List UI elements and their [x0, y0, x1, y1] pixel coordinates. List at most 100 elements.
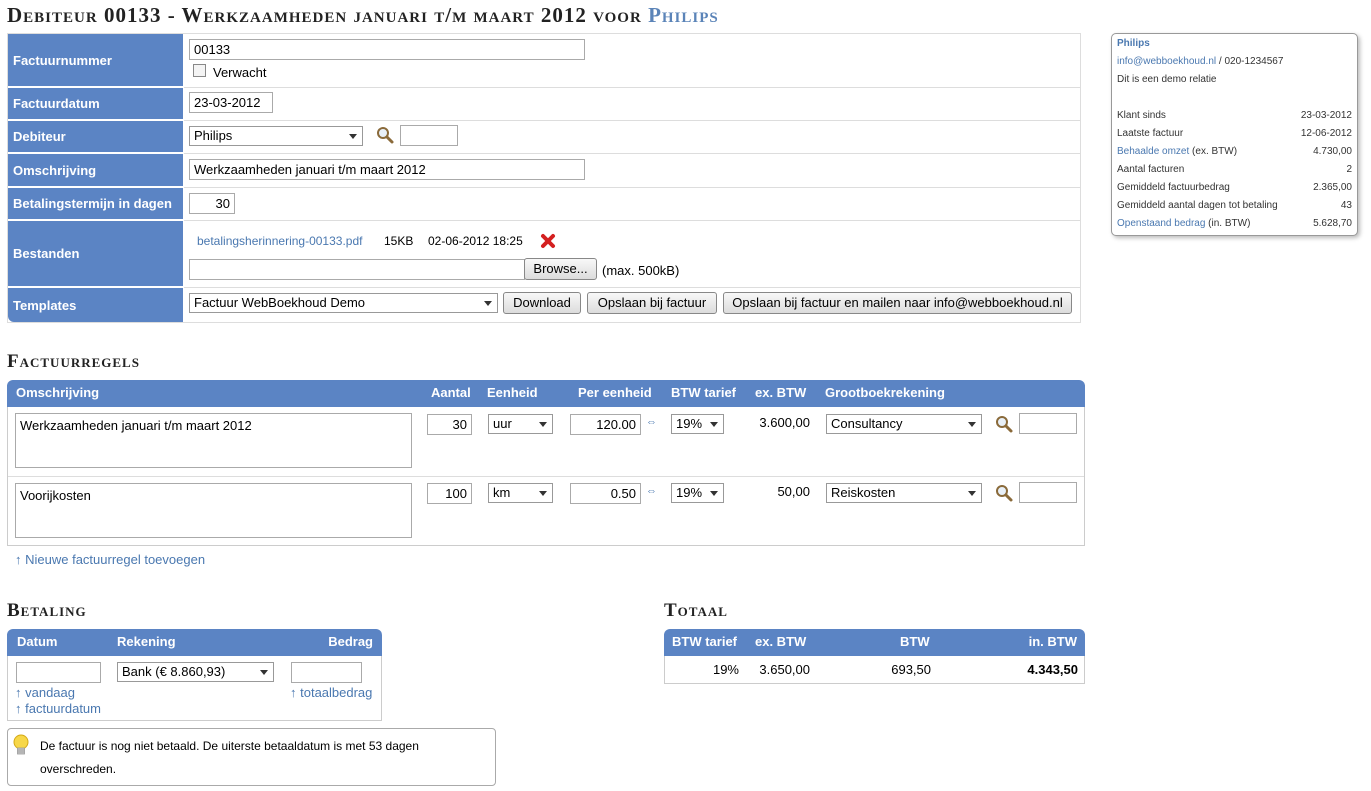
- line-price-input[interactable]: [570, 414, 641, 435]
- totaalbedrag-link[interactable]: ↑ totaalbedrag: [290, 685, 372, 700]
- info-label: Laatste factuur: [1117, 128, 1184, 139]
- line-price-input[interactable]: [570, 483, 641, 504]
- col-ex-btw: ex. BTW: [755, 385, 807, 400]
- info-label: Gemiddeld factuurbedrag: [1117, 182, 1230, 193]
- info-value: 4.730,00: [1313, 146, 1352, 157]
- col-bedrag: Bedrag: [328, 634, 373, 649]
- line-ledger-select[interactable]: Reiskosten: [826, 483, 982, 503]
- line-ex-btw: 50,00: [777, 484, 810, 499]
- info-value: 43: [1340, 200, 1352, 211]
- betalingstermijn-input[interactable]: [189, 193, 235, 214]
- opslaan-mailen-button[interactable]: Opslaan bij factuur en mailen naar info@…: [723, 292, 1072, 314]
- download-button[interactable]: Download: [503, 292, 581, 314]
- add-line-link[interactable]: ↑ Nieuwe factuurregel toevoegen: [15, 552, 205, 567]
- totaal-row: 19% 3.650,00 693,50 4.343,50: [664, 656, 1085, 684]
- divider: [184, 220, 1080, 221]
- debiteur-select[interactable]: Philips: [189, 126, 363, 146]
- invoice-form: Factuurnummer Factuurdatum Debiteur Omsc…: [7, 33, 1081, 323]
- delete-icon[interactable]: [540, 233, 556, 249]
- page-title: Debiteur 00133 - Werkzaamheden januari t…: [7, 3, 719, 28]
- behaalde-omzet-link[interactable]: Behaalde omzet: [1117, 146, 1189, 157]
- line-ex-btw: 3.600,00: [759, 415, 810, 430]
- divider: [184, 153, 1080, 154]
- col-grootboek: Grootboekrekening: [825, 385, 945, 400]
- factuurdatum-input[interactable]: [189, 92, 273, 113]
- col-datum: Datum: [17, 634, 58, 649]
- opslaan-button[interactable]: Opslaan bij factuur: [587, 292, 717, 314]
- factuurdatum-link[interactable]: ↑ factuurdatum: [15, 701, 101, 716]
- divider: [184, 120, 1080, 121]
- line-ledger-select[interactable]: Consultancy: [826, 414, 982, 434]
- line-quantity-input[interactable]: [427, 483, 472, 504]
- line-description-input[interactable]: Voorijkosten: [15, 483, 412, 538]
- client-email-link[interactable]: info@webboekhoud.nl: [1117, 56, 1216, 67]
- factuurnummer-input[interactable]: [189, 39, 585, 60]
- payment-amount-input[interactable]: [291, 662, 362, 683]
- totaal-btw-tarief: 19%: [712, 662, 739, 677]
- line-unit-select[interactable]: km: [488, 483, 553, 503]
- info-label: Gemiddeld aantal dagen tot betaling: [1117, 200, 1278, 211]
- client-note: Dit is een demo relatie: [1117, 74, 1217, 85]
- lightbulb-icon: [13, 734, 29, 755]
- client-info-box: Philips info@webboekhoud.nl / 020-123456…: [1111, 33, 1358, 236]
- search-icon[interactable]: [375, 125, 395, 145]
- info-value: 2.365,00: [1313, 182, 1352, 193]
- line-description-input[interactable]: Werkzaamheden januari t/m maart 2012: [15, 413, 412, 468]
- divider: [184, 87, 1080, 88]
- totaal-btw: 693,50: [891, 662, 931, 677]
- totaal-in-btw: 4.343,50: [1027, 662, 1078, 677]
- row-divider: [8, 476, 1084, 477]
- divider: [184, 287, 1080, 288]
- max-size-note: (max. 500kB): [602, 263, 680, 278]
- debiteur-code-input[interactable]: [400, 125, 458, 146]
- info-value: 5.628,70: [1313, 218, 1352, 229]
- line-vat-select[interactable]: 19%: [671, 483, 724, 503]
- totaal-heading: Totaal: [664, 600, 728, 621]
- col-btw-tarief: BTW tarief: [672, 634, 737, 649]
- totaal-header: BTW tarief ex. BTW BTW in. BTW: [664, 629, 1085, 656]
- line-quantity-input[interactable]: [427, 414, 472, 435]
- verwacht-checkbox[interactable]: [193, 64, 206, 77]
- page-title-prefix: Debiteur 00133 - Werkzaamheden januari t…: [7, 3, 649, 27]
- vandaag-link[interactable]: ↑ vandaag: [15, 685, 75, 700]
- factuurregels-header: Omschrijving Aantal Eenheid Per eenheid …: [7, 380, 1085, 407]
- info-label-suffix: (ex. BTW): [1189, 146, 1238, 157]
- client-name-link[interactable]: Philips: [1117, 38, 1150, 49]
- factuurnummer-label: Factuurnummer: [8, 34, 183, 87]
- payment-account-select[interactable]: Bank (€ 8.860,93): [117, 662, 274, 682]
- info-value: 12-06-2012: [1300, 128, 1352, 139]
- search-icon[interactable]: [994, 483, 1014, 503]
- openstaand-bedrag-link[interactable]: Openstaand bedrag: [1117, 218, 1205, 229]
- template-select[interactable]: Factuur WebBoekhoud Demo: [189, 293, 498, 313]
- page-title-client-link[interactable]: Philips: [648, 3, 719, 27]
- col-btw: BTW: [900, 634, 930, 649]
- file-size: 15KB: [384, 234, 414, 248]
- payment-date-input[interactable]: [16, 662, 101, 683]
- swap-icon[interactable]: ⇔: [646, 416, 657, 428]
- info-label: Klant sinds: [1117, 110, 1166, 121]
- file-link[interactable]: betalingsherinnering-00133.pdf: [197, 234, 362, 248]
- line-ledger-code-input[interactable]: [1019, 413, 1077, 434]
- col-per-eenheid: Per eenheid: [578, 385, 652, 400]
- line-vat-select[interactable]: 19%: [671, 414, 724, 434]
- swap-icon[interactable]: ⇔: [646, 485, 657, 497]
- file-date: 02-06-2012 18:25: [428, 234, 523, 248]
- factuurdatum-label: Factuurdatum: [8, 88, 183, 120]
- search-icon[interactable]: [994, 414, 1014, 434]
- info-value: 2: [1346, 164, 1352, 175]
- info-value: 23-03-2012: [1300, 110, 1352, 121]
- betalingstermijn-label: Betalingstermijn in dagen: [8, 188, 183, 220]
- line-ledger-code-input[interactable]: [1019, 482, 1077, 503]
- col-aantal: Aantal: [431, 385, 471, 400]
- line-unit-select[interactable]: uur: [488, 414, 553, 434]
- file-path-input[interactable]: [189, 259, 525, 280]
- totaal-ex-btw: 3.650,00: [759, 662, 810, 677]
- betaling-heading: Betaling: [7, 600, 87, 621]
- browse-button[interactable]: Browse...: [524, 258, 597, 280]
- factuurregels-heading: Factuurregels: [7, 351, 140, 372]
- templates-label: Templates: [8, 288, 183, 322]
- omschrijving-input[interactable]: [189, 159, 585, 180]
- info-label-suffix: (in. BTW): [1205, 218, 1251, 229]
- col-in-btw: in. BTW: [1028, 634, 1077, 649]
- omschrijving-label: Omschrijving: [8, 154, 183, 187]
